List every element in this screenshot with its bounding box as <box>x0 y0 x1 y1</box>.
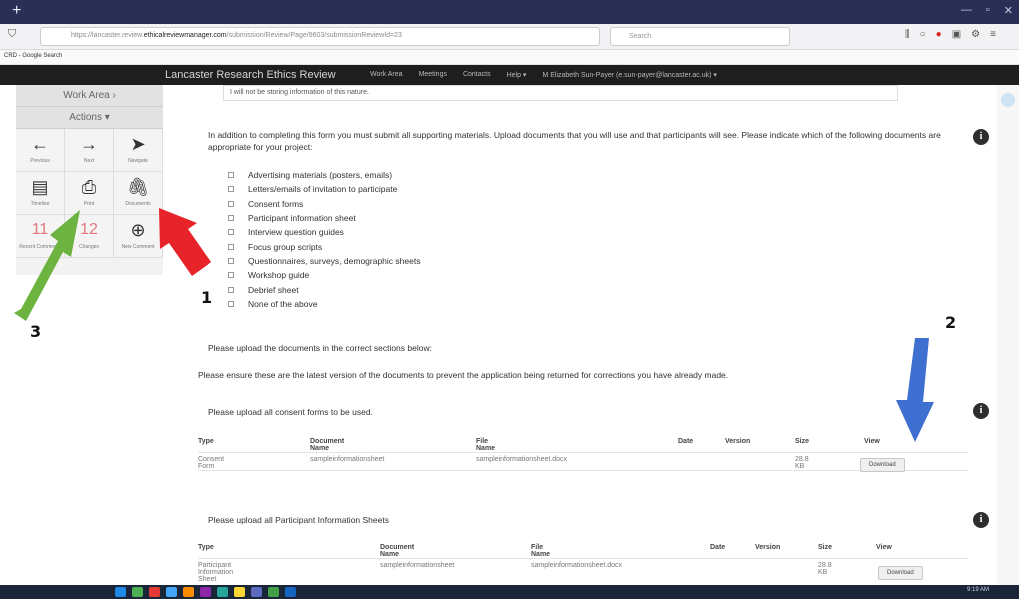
app-icon[interactable] <box>217 587 228 597</box>
blue-arrow <box>896 338 934 442</box>
app-icon[interactable] <box>234 587 245 597</box>
red-arrow <box>159 208 211 276</box>
annotation-layer <box>14 208 934 442</box>
app-icon[interactable] <box>183 587 194 597</box>
app-icon[interactable] <box>285 587 296 597</box>
annotation-number-2: 2 <box>945 313 957 332</box>
taskbar-icons <box>115 587 296 597</box>
green-arrow <box>14 210 80 321</box>
app-icon[interactable] <box>132 587 143 597</box>
app-icon[interactable] <box>251 587 262 597</box>
annotation-number-3: 3 <box>30 322 42 341</box>
app-icon[interactable] <box>149 587 160 597</box>
app-icon[interactable] <box>268 587 279 597</box>
start-icon[interactable] <box>115 587 126 597</box>
screenshot-root: + — ▫ ✕ ⛉ https://lancaster.review.ethic… <box>0 0 1019 599</box>
app-icon[interactable] <box>200 587 211 597</box>
annotation-number-1: 1 <box>201 288 213 307</box>
app-icon[interactable] <box>166 587 177 597</box>
taskbar-clock[interactable]: 9:19 AM <box>967 587 989 593</box>
os-taskbar: 9:19 AM <box>0 585 1019 599</box>
